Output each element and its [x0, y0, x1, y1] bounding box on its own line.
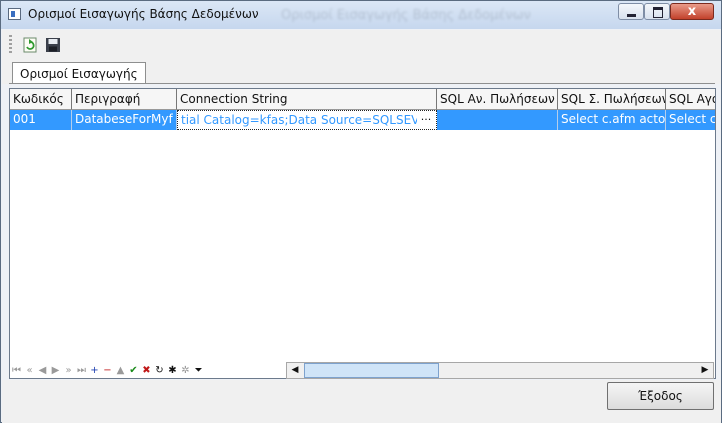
next-page-icon[interactable]: » — [62, 363, 75, 378]
scroll-left-icon[interactable]: ◀ — [287, 363, 303, 378]
close-button[interactable]: x — [670, 3, 714, 20]
exit-button[interactable]: Έξοδος — [607, 382, 714, 410]
blurred-title-text: Ορισμοί Εισαγωγής Βάσης Δεδομένων — [281, 8, 531, 23]
last-icon[interactable]: ⏭ — [75, 363, 88, 378]
refresh-icon[interactable] — [21, 36, 39, 54]
column-header-description[interactable]: Περιγραφή — [72, 89, 177, 110]
next-icon[interactable]: ▶ — [49, 363, 62, 378]
delete-icon[interactable]: − — [101, 363, 114, 378]
table-cell-sql-purchases[interactable]: Select c — [666, 110, 715, 130]
column-header-connection-string[interactable]: Connection String — [177, 89, 437, 110]
data-grid[interactable]: Κωδικός Περιγραφή Connection String SQL … — [9, 88, 716, 379]
horizontal-scrollbar[interactable]: ◀ ▶ — [286, 362, 714, 379]
tab-divider — [9, 83, 715, 84]
tab-import-definitions[interactable]: Ορισμοί Εισαγωγής — [12, 62, 146, 84]
table-cell-code[interactable]: 001 — [10, 110, 72, 130]
data-navigator: ⏮ «◀ ▶» ⏭ + − ▲ ✔ ✖ ↻ ✱ ✲ ⏷ — [10, 363, 278, 378]
post-icon[interactable]: ✔ — [127, 363, 140, 378]
toolbar — [2, 30, 721, 60]
ellipsis-button[interactable]: ··· — [417, 113, 435, 128]
filter-icon[interactable]: ⏷ — [192, 363, 205, 378]
goto-bookmark-icon[interactable]: ✲ — [179, 363, 192, 378]
edit-icon[interactable]: ▲ — [114, 363, 127, 378]
column-header-code[interactable]: Κωδικός — [10, 89, 72, 110]
table-cell-description[interactable]: DatabeseForMyf — [72, 110, 177, 130]
main-window: Ορισμοί Εισαγωγής Βάσης Δεδομένων Ορισμο… — [0, 0, 722, 423]
save-icon[interactable] — [44, 36, 62, 54]
window-title: Ορισμοί Εισαγωγής Βάσης Δεδομένων — [28, 7, 259, 21]
table-cell-sql-sales-returns[interactable] — [437, 110, 558, 130]
table-cell-connection-string[interactable]: tial Catalog=kfas;Data Source=SQLSEVER ·… — [177, 110, 437, 130]
maximize-button[interactable] — [644, 3, 670, 20]
refresh-icon[interactable]: ↻ — [153, 363, 166, 378]
close-icon: x — [687, 4, 697, 19]
column-header-sql-sales[interactable]: SQL Σ. Πωλήσεων — [558, 89, 666, 110]
column-header-sql-purchases[interactable]: SQL Αγο — [666, 89, 715, 110]
table-cell-sql-sales[interactable]: Select c.afm actor — [558, 110, 666, 130]
add-icon[interactable]: + — [88, 363, 101, 378]
prev-page-icon[interactable]: « — [23, 363, 36, 378]
scroll-right-icon[interactable]: ▶ — [697, 363, 713, 378]
column-header-sql-sales-returns[interactable]: SQL Αν. Πωλήσεων — [437, 89, 558, 110]
cancel-icon[interactable]: ✖ — [140, 363, 153, 378]
scroll-thumb[interactable] — [304, 363, 439, 378]
title-bar[interactable]: Ορισμοί Εισαγωγής Βάσης Δεδομένων Ορισμο… — [1, 1, 721, 29]
prev-icon[interactable]: ◀ — [36, 363, 49, 378]
minimize-button[interactable] — [618, 3, 644, 20]
toolbar-grip[interactable] — [9, 35, 12, 53]
bookmark-icon[interactable]: ✱ — [166, 363, 179, 378]
connection-string-value: tial Catalog=kfas;Data Source=SQLSEVER — [181, 113, 436, 127]
first-icon[interactable]: ⏮ — [10, 363, 23, 378]
app-icon[interactable] — [8, 8, 21, 20]
